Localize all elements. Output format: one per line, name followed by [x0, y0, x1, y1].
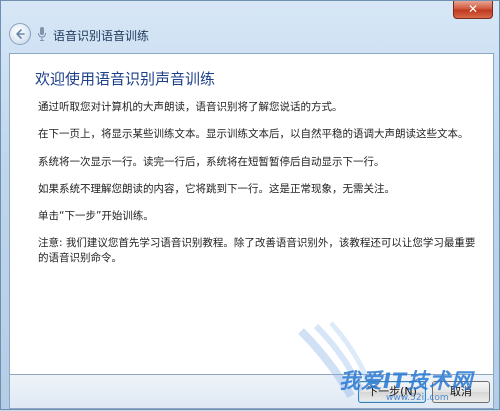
line-display-paragraph: 系统将一次显示一行。读完一行后，系统将在短暂暂停后自动显示下一行。	[38, 156, 385, 168]
watermark-text: 我爱IT技术网	[339, 369, 474, 393]
intro-paragraph: 通过听取您对计算机的大声朗读，语音识别将了解您说话的方式。	[38, 101, 343, 113]
start-instruction-paragraph: 单击“下一步”开始训练。	[38, 210, 154, 222]
content-panel: 欢迎使用语音识别声音训练 通过听取您对计算机的大声朗读，语音识别将了解您说话的方…	[9, 53, 494, 375]
window-title: 语音识别语音训练	[53, 29, 150, 43]
navigation-bar: 语音识别语音训练	[1, 21, 500, 49]
back-button[interactable]	[9, 23, 31, 45]
speech-training-window: ✕ 语音识别语音训练 欢迎使用语音识别声音训练 通过听取您对计算机的大声朗读，语…	[0, 0, 500, 410]
back-arrow-icon	[16, 29, 25, 39]
window-close-button[interactable]: ✕	[453, 1, 493, 19]
skip-line-paragraph: 如果系统不理解您朗读的内容，它将跳到下一行。这是正常现象，无需关注。	[38, 183, 395, 195]
note-paragraph: 注意: 我们建议您首先学习语音识别教程。除了改善语音识别外，该教程还可以让您学习…	[38, 237, 476, 264]
watermark-url: www.52ij.com	[386, 393, 449, 403]
microphone-icon	[38, 27, 46, 41]
page-heading: 欢迎使用语音识别声音训练	[35, 70, 216, 88]
close-icon: ✕	[467, 2, 479, 16]
next-page-paragraph: 在下一页上，将显示某些训练文本。显示训练文本后，以自然平稳的语调大声朗读这些文本…	[38, 128, 469, 140]
